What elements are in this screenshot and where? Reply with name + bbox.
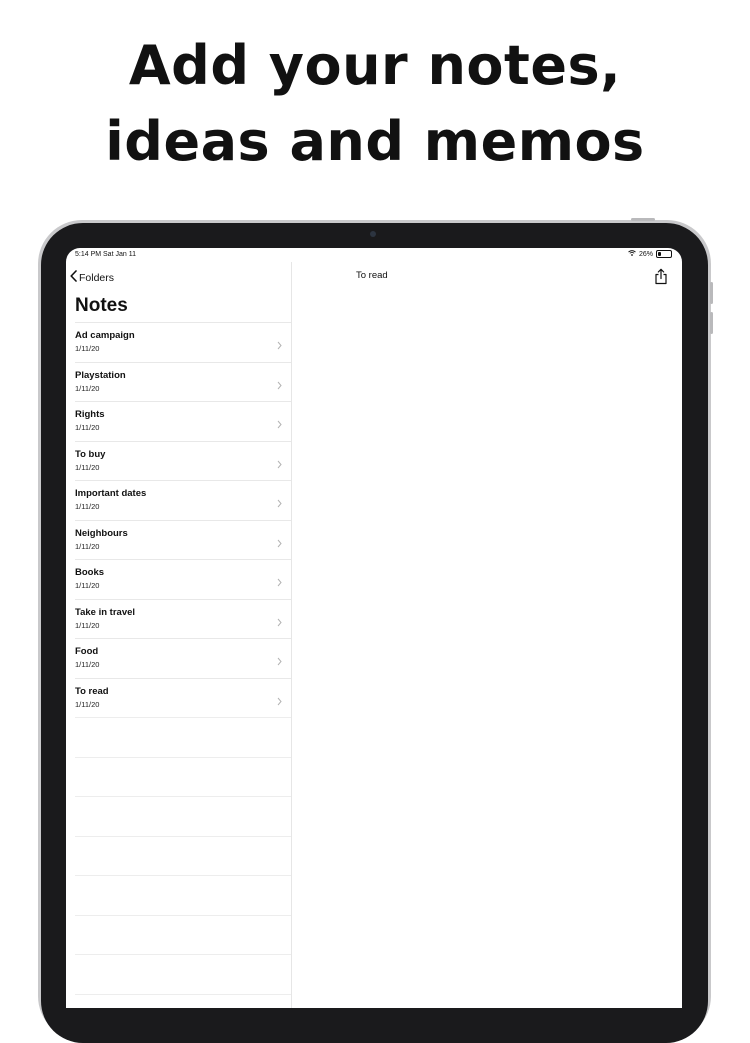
chevron-left-icon [70, 270, 79, 285]
chevron-right-icon [277, 456, 282, 474]
empty-row-divider [75, 796, 291, 836]
empty-row-divider [75, 756, 291, 797]
folders-back-label: Folders [79, 271, 115, 284]
chevron-right-icon [277, 693, 282, 711]
notes-list: Ad campaign 1/11/20 Playstation 1/11/20 Righ… [75, 322, 291, 1008]
note-row[interactable]: Take in travel 1/11/20 [75, 598, 291, 639]
wifi-icon [628, 250, 636, 258]
notes-title: Notes [75, 295, 128, 316]
note-date: 1/11/20 [75, 344, 100, 353]
detail-note-title: To read [356, 270, 388, 281]
share-button[interactable] [654, 268, 668, 290]
note-row[interactable]: Playstation 1/11/20 [75, 361, 291, 402]
note-title: Rights [75, 409, 105, 420]
empty-row-divider [75, 717, 291, 757]
note-date: 1/11/20 [75, 699, 100, 709]
empty-row-divider [75, 914, 291, 955]
ipad-volume-up-button [710, 282, 713, 304]
note-row[interactable]: Neighbours 1/11/20 [75, 519, 291, 560]
chevron-right-icon [277, 337, 282, 355]
note-date: 1/11/20 [75, 541, 100, 551]
note-title: Ad campaign [75, 330, 135, 341]
note-date: 1/11/20 [75, 423, 100, 432]
note-title: Food [75, 646, 99, 657]
note-date: 1/11/20 [75, 581, 100, 590]
note-row[interactable]: Important dates 1/11/20 [75, 480, 291, 520]
headline-line-1: Add your notes, [128, 34, 622, 97]
note-row[interactable]: To read 1/11/20 [75, 677, 291, 718]
note-date: 1/11/20 [75, 502, 100, 511]
ipad-screen: 5:14 PM Sat Jan 11 26% Folders Notes Ad … [66, 248, 682, 1008]
note-date: 1/11/20 [75, 462, 100, 472]
folders-back-button[interactable]: Folders [70, 270, 114, 285]
chevron-right-icon [277, 653, 282, 671]
note-title: Important dates [75, 488, 147, 499]
empty-row-divider [75, 954, 291, 994]
note-title: To buy [75, 448, 106, 460]
chevron-right-icon [277, 614, 282, 632]
chevron-right-icon [277, 416, 282, 434]
headline-line-2: ideas and memos [105, 110, 645, 173]
note-row[interactable]: To buy 1/11/20 [75, 440, 291, 481]
chevron-right-icon [277, 535, 282, 553]
empty-row-divider [75, 875, 291, 915]
battery-percent: 26% [638, 250, 653, 258]
empty-row-divider [75, 993, 291, 1009]
chevron-right-icon [277, 495, 282, 513]
ipad-volume-down-button [710, 312, 713, 334]
note-title: Neighbours [75, 527, 128, 539]
note-date: 1/11/20 [75, 620, 100, 630]
note-row[interactable]: Food 1/11/20 [75, 638, 291, 678]
battery-icon [656, 250, 672, 258]
note-title: Books [75, 567, 105, 578]
share-icon [654, 268, 668, 289]
note-title: To read [75, 685, 109, 697]
ipad-side-button [631, 218, 655, 221]
note-date: 1/11/20 [75, 383, 100, 393]
chevron-right-icon [277, 377, 282, 395]
note-title: Playstation [75, 369, 126, 381]
note-row[interactable]: Ad campaign 1/11/20 [75, 322, 291, 362]
status-bar: 5:14 PM Sat Jan 11 26% [66, 248, 682, 262]
headline: Add your notes, ideas and memos [0, 28, 750, 180]
note-row[interactable]: Books 1/11/20 [75, 559, 291, 599]
notes-sidebar: Folders Notes Ad campaign 1/11/20 Playstat… [66, 262, 292, 1008]
note-date: 1/11/20 [75, 660, 100, 669]
battery-fill [658, 252, 661, 256]
note-row[interactable]: Rights 1/11/20 [75, 401, 291, 441]
status-time: 5:14 PM Sat Jan 11 [75, 251, 136, 258]
status-right: 26% [628, 250, 672, 258]
chevron-right-icon [277, 574, 282, 592]
camera-dot [370, 231, 376, 237]
empty-row-divider [75, 835, 291, 876]
note-title: Take in travel [75, 606, 136, 618]
